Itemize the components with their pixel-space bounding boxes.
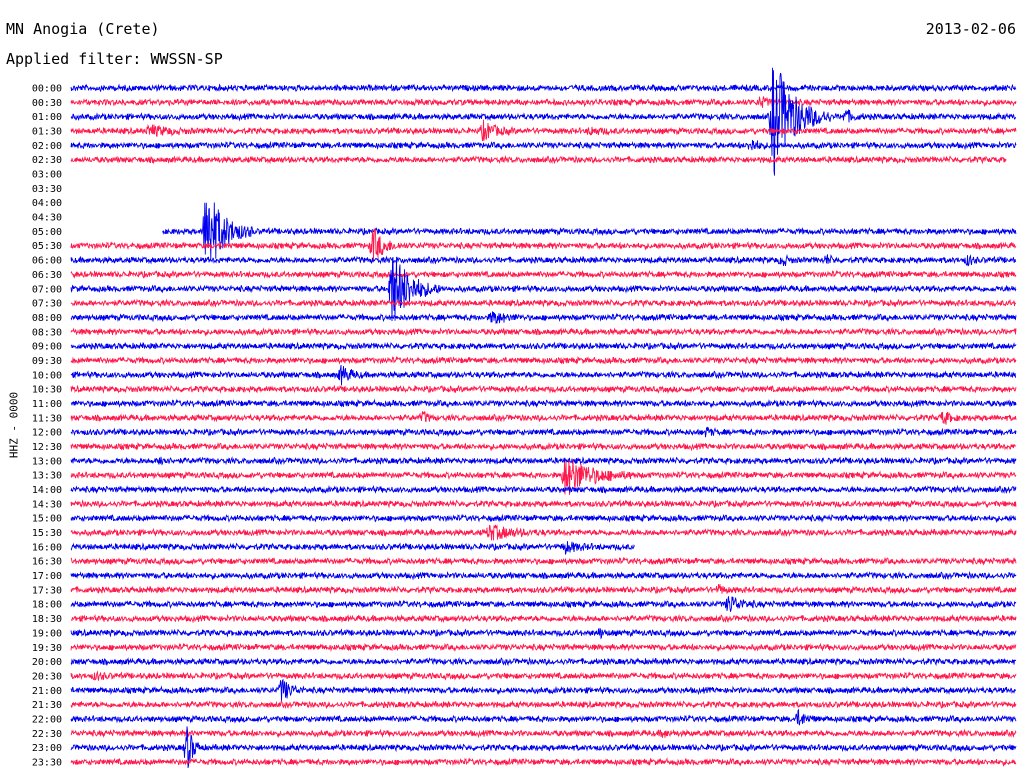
trace-line bbox=[70, 708, 1017, 726]
time-tick-label: 22:00 bbox=[32, 714, 62, 725]
time-tick-label: 11:00 bbox=[32, 399, 62, 410]
time-tick-label: 16:00 bbox=[32, 542, 62, 553]
time-tick-label: 03:30 bbox=[32, 184, 62, 195]
trace-line bbox=[70, 411, 1017, 425]
trace-line bbox=[70, 584, 1017, 595]
time-tick-label: 12:30 bbox=[32, 442, 62, 453]
time-tick-label: 20:00 bbox=[32, 657, 62, 668]
trace-line bbox=[70, 456, 1017, 466]
time-tick-label: 02:30 bbox=[32, 155, 62, 166]
trace-line bbox=[70, 253, 1017, 267]
time-tick-label: 07:00 bbox=[32, 284, 62, 295]
trace-line bbox=[70, 269, 1017, 280]
time-tick-label: 10:30 bbox=[32, 385, 62, 396]
trace-line bbox=[70, 728, 1017, 739]
trace-line bbox=[70, 524, 1017, 541]
time-tick-label: 00:30 bbox=[32, 98, 62, 109]
time-tick-label: 22:30 bbox=[32, 729, 62, 740]
time-tick-label: 01:30 bbox=[32, 127, 62, 138]
time-tick-label: 01:00 bbox=[32, 112, 62, 123]
time-tick-label: 17:00 bbox=[32, 571, 62, 582]
trace-line bbox=[70, 355, 1017, 366]
time-tick-label: 08:30 bbox=[32, 327, 62, 338]
time-tick-label: 19:00 bbox=[32, 628, 62, 639]
time-tick-label: 23:00 bbox=[32, 743, 62, 754]
trace-line bbox=[70, 426, 1017, 438]
trace-line bbox=[70, 670, 1017, 681]
trace-line bbox=[70, 119, 1017, 142]
time-tick-label: 05:30 bbox=[32, 241, 62, 252]
time-tick-label: 00:00 bbox=[32, 84, 62, 95]
time-tick-label: 19:30 bbox=[32, 643, 62, 654]
trace-group bbox=[70, 67, 1017, 768]
seismogram-plot: 00:00 00:30 01:00 01:30 02:00 02:30 03:00 03:30… bbox=[32, 67, 1017, 769]
trace-line bbox=[162, 202, 1017, 259]
trace-line bbox=[70, 96, 1017, 108]
time-tick-label: 02:00 bbox=[32, 141, 62, 152]
time-tick-label: 14:00 bbox=[32, 485, 62, 496]
time-tick-label: 04:00 bbox=[32, 198, 62, 209]
trace-line bbox=[70, 441, 1017, 452]
trace-line bbox=[70, 499, 1017, 509]
trace-line bbox=[70, 341, 1017, 351]
time-tick-label: 18:30 bbox=[32, 614, 62, 625]
time-tick-labels: 00:00 00:30 01:00 01:30 02:00 02:30 03:00 03:30… bbox=[32, 84, 62, 769]
time-tick-label: 06:30 bbox=[32, 270, 62, 281]
trace-line bbox=[70, 364, 1017, 386]
time-tick-label: 11:30 bbox=[32, 413, 62, 424]
trace-line bbox=[70, 154, 1007, 165]
trace-line bbox=[70, 327, 1017, 337]
time-tick-label: 12:00 bbox=[32, 428, 62, 439]
trace-line bbox=[70, 700, 1017, 710]
time-tick-label: 21:30 bbox=[32, 700, 62, 711]
trace-line bbox=[70, 656, 1017, 667]
time-tick-label: 16:30 bbox=[32, 557, 62, 568]
time-tick-label: 13:30 bbox=[32, 471, 62, 482]
time-tick-label: 18:00 bbox=[32, 600, 62, 611]
trace-line bbox=[70, 678, 1017, 701]
trace-line bbox=[70, 642, 1017, 653]
trace-line bbox=[70, 83, 1017, 93]
time-tick-label: 17:30 bbox=[32, 585, 62, 596]
trace-line bbox=[70, 384, 1017, 394]
trace-line bbox=[70, 139, 1017, 151]
trace-line bbox=[70, 256, 1017, 322]
time-tick-label: 14:30 bbox=[32, 499, 62, 510]
trace-line bbox=[70, 570, 1017, 581]
time-tick-label: 21:00 bbox=[32, 686, 62, 697]
trace-line bbox=[70, 613, 1017, 624]
time-tick-label: 09:00 bbox=[32, 342, 62, 353]
trace-line bbox=[70, 757, 1017, 767]
trace-line bbox=[70, 298, 1017, 308]
time-tick-label: 15:30 bbox=[32, 528, 62, 539]
time-tick-label: 13:00 bbox=[32, 456, 62, 467]
time-tick-label: 10:00 bbox=[32, 370, 62, 381]
time-tick-label: 09:30 bbox=[32, 356, 62, 367]
time-tick-label: 04:30 bbox=[32, 213, 62, 224]
trace-line bbox=[70, 541, 635, 555]
time-tick-label: 08:00 bbox=[32, 313, 62, 324]
time-tick-label: 23:30 bbox=[32, 757, 62, 768]
time-tick-label: 07:30 bbox=[32, 299, 62, 310]
time-tick-label: 03:00 bbox=[32, 170, 62, 181]
trace-line bbox=[70, 484, 1017, 495]
time-tick-label: 20:30 bbox=[32, 671, 62, 682]
trace-line bbox=[70, 556, 1017, 566]
trace-line bbox=[70, 311, 1017, 325]
trace-line bbox=[70, 596, 1017, 612]
trace-line bbox=[70, 513, 1017, 524]
trace-line bbox=[70, 627, 1017, 640]
time-tick-label: 15:00 bbox=[32, 514, 62, 525]
time-tick-label: 06:00 bbox=[32, 256, 62, 267]
trace-line bbox=[70, 398, 1017, 409]
time-tick-label: 05:00 bbox=[32, 227, 62, 238]
